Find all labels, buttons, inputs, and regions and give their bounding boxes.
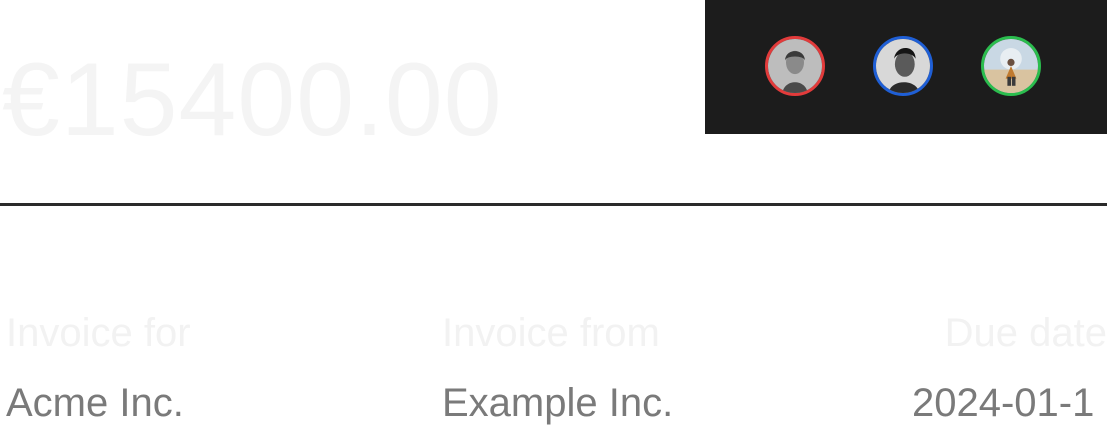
- due-date-value: 2024-01-1: [912, 381, 1095, 425]
- avatar-3[interactable]: [981, 36, 1041, 96]
- section-divider: [0, 203, 1107, 206]
- invoice-amount: €15400.00: [2, 42, 503, 158]
- invoice-page: €15400.00 Invoice for Acme Inc. Invoice …: [0, 0, 1107, 438]
- avatar-2[interactable]: [873, 36, 933, 96]
- person-portrait-icon: [768, 39, 822, 93]
- invoice-from-label: Invoice from: [442, 311, 660, 355]
- invoice-from-value: Example Inc.: [442, 381, 674, 425]
- invoice-for-value: Acme Inc.: [6, 381, 184, 425]
- avatar-1[interactable]: [765, 36, 825, 96]
- person-landscape-icon: [984, 39, 1038, 93]
- due-date-label: Due date: [944, 311, 1107, 355]
- person-portrait-icon: [876, 39, 930, 93]
- invoice-for-label: Invoice for: [6, 311, 191, 355]
- avatar-panel: [705, 0, 1107, 134]
